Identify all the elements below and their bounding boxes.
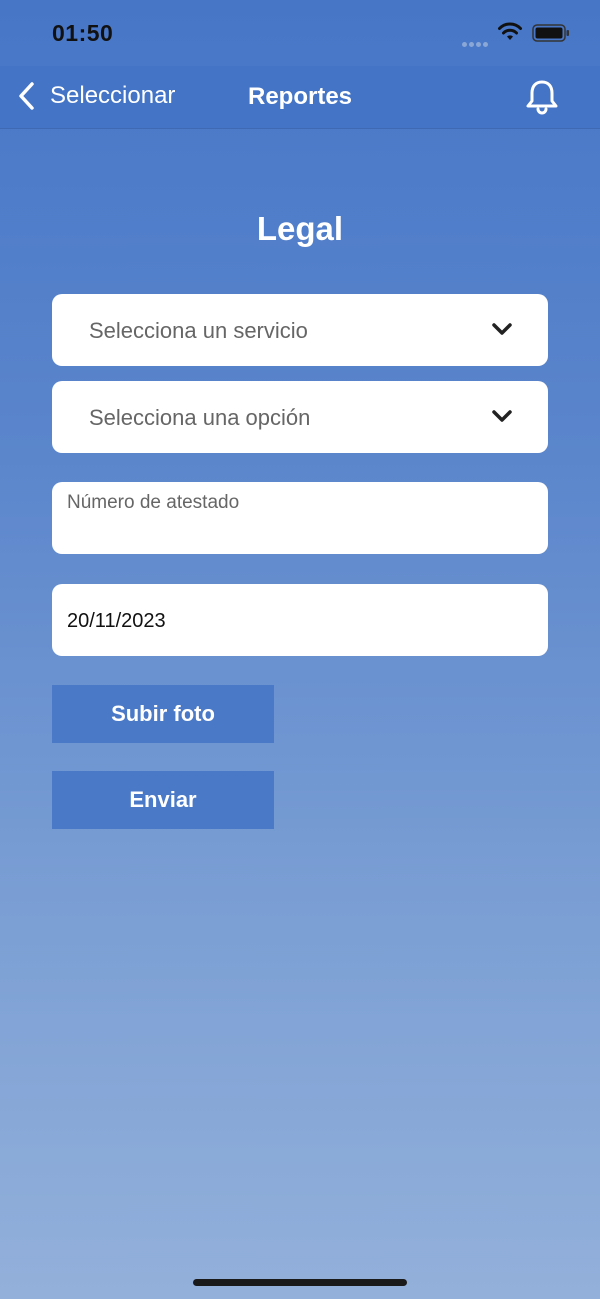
date-input[interactable]: 20/11/2023 — [52, 584, 548, 656]
page-title: Legal — [256, 210, 344, 247]
status-bar: 01:50 — [0, 0, 600, 66]
service-select-label: Selecciona un servicio — [89, 318, 308, 343]
service-select[interactable]: Selecciona un servicio — [52, 294, 548, 366]
nav-bar: Seleccionar Reportes — [0, 66, 600, 129]
bell-icon[interactable] — [522, 78, 562, 116]
upload-photo-button[interactable]: Subir foto — [52, 685, 274, 743]
report-number-input[interactable]: Número de atestado — [52, 482, 548, 554]
chevron-down-icon — [492, 410, 512, 422]
option-select-label: Selecciona una opción — [89, 405, 311, 430]
date-value: 20/11/2023 — [67, 610, 166, 632]
wifi-icon — [498, 22, 522, 40]
battery-icon — [532, 24, 569, 42]
option-select[interactable]: Selecciona una opción — [52, 381, 548, 453]
report-number-placeholder: Número de atestado — [67, 492, 240, 513]
status-time: 01:50 — [52, 20, 114, 46]
nav-title: Reportes — [247, 83, 353, 110]
submit-button[interactable]: Enviar — [52, 771, 274, 829]
signal-icon — [462, 34, 490, 52]
chevron-down-icon — [492, 323, 512, 335]
home-indicator — [193, 1279, 407, 1286]
